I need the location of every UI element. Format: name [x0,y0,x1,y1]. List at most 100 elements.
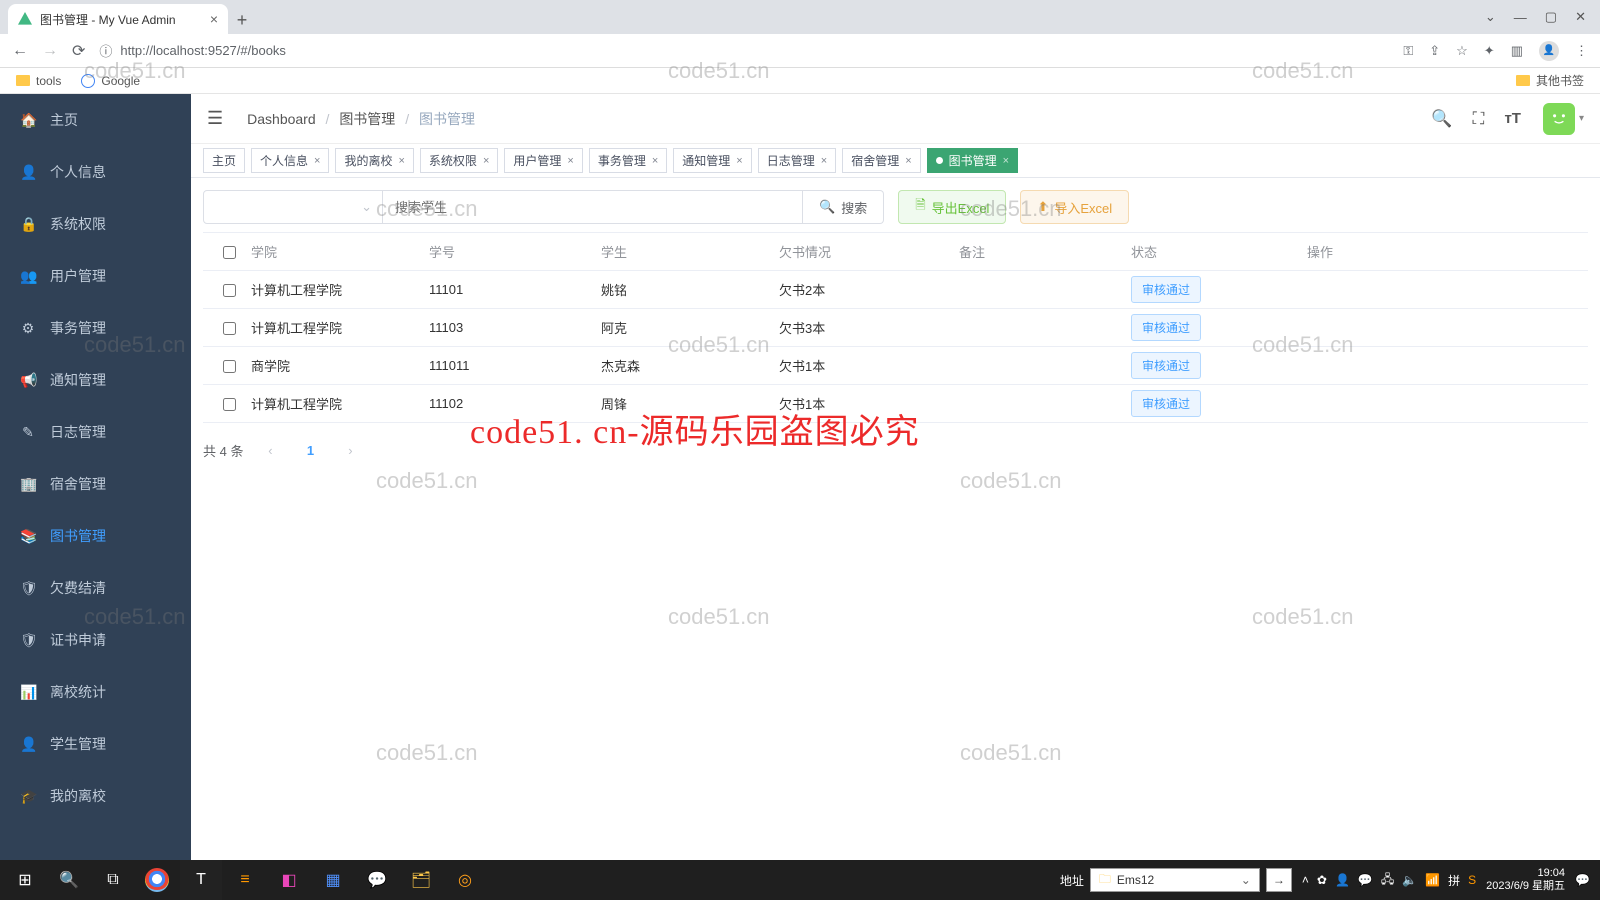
page-next-icon[interactable]: › [337,437,363,463]
tag-2[interactable]: 我的离校× [335,148,413,173]
search-button[interactable]: 🔍搜索 [803,190,884,224]
sidebar-item-5[interactable]: 📢通知管理 [0,354,191,406]
sidebar-item-9[interactable]: 🛡欠费结清 [0,562,191,614]
fullscreen-icon[interactable]: ⛶ [1473,109,1485,129]
chevron-down-icon[interactable]: ⌄ [1485,9,1496,25]
user-avatar[interactable] [1541,101,1577,137]
sidebar-item-6[interactable]: ✎日志管理 [0,406,191,458]
tag-6[interactable]: 通知管理× [673,148,751,173]
tag-close-icon[interactable]: × [736,155,742,167]
sidebar-item-12[interactable]: 👤学生管理 [0,718,191,770]
tray-icon[interactable]: ✿ [1317,873,1327,887]
tag-9[interactable]: 图书管理× [927,148,1018,173]
page-prev-icon[interactable]: ‹ [257,437,283,463]
hamburger-icon[interactable]: ☰ [207,108,223,129]
tag-7[interactable]: 日志管理× [758,148,836,173]
minimize-icon[interactable]: — [1514,10,1527,25]
approve-button[interactable]: 审核通过 [1131,352,1201,379]
tray-icon[interactable]: S [1468,873,1476,887]
taskbar-app-icon[interactable]: T [180,860,222,900]
tag-close-icon[interactable]: × [821,155,827,167]
notifications-icon[interactable]: 💬 [1575,873,1590,887]
tag-1[interactable]: 个人信息× [251,148,329,173]
tag-close-icon[interactable]: × [483,155,489,167]
bookmark-google[interactable]: Google [81,74,140,88]
sidebar-item-10[interactable]: 🛡证书申请 [0,614,191,666]
taskbar-app-icon[interactable]: ◧ [268,860,310,900]
sidebar-item-0[interactable]: 🏠主页 [0,94,191,146]
import-excel-button[interactable]: ⬆导入Excel [1020,190,1129,224]
approve-button[interactable]: 审核通过 [1131,276,1201,303]
tray-chevron-icon[interactable]: ˄ [1302,873,1309,887]
url-bar[interactable]: ⓘ http://localhost:9527/#/books [99,41,1389,60]
taskbar-wechat-icon[interactable]: 💬 [356,860,398,900]
tray-volume-icon[interactable]: 🔈 [1402,873,1417,887]
close-tab-icon[interactable]: × [210,11,218,27]
tray-icon[interactable]: 👤 [1335,873,1350,887]
search-input[interactable] [383,190,803,224]
filter-select[interactable]: ⌄ [203,190,383,224]
tag-5[interactable]: 事务管理× [589,148,667,173]
row-checkbox[interactable] [223,284,236,297]
breadcrumb-parent[interactable]: 图书管理 [339,111,395,127]
sidebar-item-2[interactable]: 🔒系统权限 [0,198,191,250]
sidebar-item-1[interactable]: 👤个人信息 [0,146,191,198]
new-tab-button[interactable]: + [228,6,256,34]
tag-8[interactable]: 宿舍管理× [842,148,920,173]
taskbar-clock[interactable]: 19:04 2023/6/9 星期五 [1486,867,1565,892]
taskbar-address-input[interactable]: 🗀Ems12⌄ [1090,868,1260,892]
approve-button[interactable]: 审核通过 [1131,390,1201,417]
tag-close-icon[interactable]: × [652,155,658,167]
sidebar-item-3[interactable]: 👥用户管理 [0,250,191,302]
menu-dots-icon[interactable]: ⋮ [1575,43,1588,59]
sidebar-item-7[interactable]: 🏢宿舍管理 [0,458,191,510]
taskbar-app-icon[interactable]: ▦ [312,860,354,900]
page-current[interactable]: 1 [297,437,323,463]
taskbar-app-icon[interactable]: ≡ [224,860,266,900]
export-excel-button[interactable]: 🗎导出Excel [898,190,1006,224]
tray-network-icon[interactable]: 🖧 [1381,870,1394,891]
user-caret-icon[interactable]: ▾ [1579,113,1584,124]
profile-avatar-icon[interactable]: 👤 [1539,41,1559,61]
tray-ime-icon[interactable]: 拼 [1448,872,1460,889]
tag-4[interactable]: 用户管理× [504,148,582,173]
tray-wifi-icon[interactable]: 📶 [1425,873,1440,887]
search-icon[interactable]: 🔍 [1431,109,1452,129]
share-icon[interactable]: ⇪ [1429,43,1440,59]
maximize-icon[interactable]: ▢ [1545,9,1557,25]
taskbar-app-icon[interactable]: ◎ [444,860,486,900]
bookmark-other[interactable]: 其他书签 [1516,72,1584,89]
sidebar-item-4[interactable]: ⚙事务管理 [0,302,191,354]
textsize-icon[interactable]: тT [1504,110,1521,127]
tag-close-icon[interactable]: × [567,155,573,167]
taskbar-search-icon[interactable]: 🔍 [48,860,90,900]
tag-close-icon[interactable]: × [905,155,911,167]
sidepanel-icon[interactable]: ▥ [1511,43,1523,59]
tag-close-icon[interactable]: × [1003,155,1009,167]
extensions-icon[interactable]: ✦ [1484,43,1495,59]
reload-icon[interactable]: ⟳ [72,41,85,61]
breadcrumb-root[interactable]: Dashboard [247,111,316,127]
forward-icon[interactable]: → [42,42,58,60]
star-icon[interactable]: ☆ [1456,43,1468,59]
row-checkbox[interactable] [223,360,236,373]
tag-0[interactable]: 主页 [203,148,245,173]
tag-close-icon[interactable]: × [314,155,320,167]
browser-tab[interactable]: 图书管理 - My Vue Admin × [8,4,228,34]
close-window-icon[interactable]: ✕ [1575,9,1586,25]
taskbar-chrome-icon[interactable] [145,868,169,892]
sidebar-item-8[interactable]: 📚图书管理 [0,510,191,562]
taskbar-address-go[interactable]: → [1266,868,1292,892]
key-icon[interactable]: ⚿ [1403,43,1413,59]
start-button[interactable]: ⊞ [4,860,46,900]
approve-button[interactable]: 审核通过 [1131,314,1201,341]
tag-close-icon[interactable]: × [398,155,404,167]
row-checkbox[interactable] [223,398,236,411]
sidebar-item-11[interactable]: 📊离校统计 [0,666,191,718]
back-icon[interactable]: ← [12,42,28,60]
row-checkbox[interactable] [223,322,236,335]
tag-3[interactable]: 系统权限× [420,148,498,173]
task-view-icon[interactable]: ⧉ [92,860,134,900]
bookmark-tools[interactable]: tools [16,74,61,88]
taskbar-explorer-icon[interactable]: 🗂 [400,860,442,900]
